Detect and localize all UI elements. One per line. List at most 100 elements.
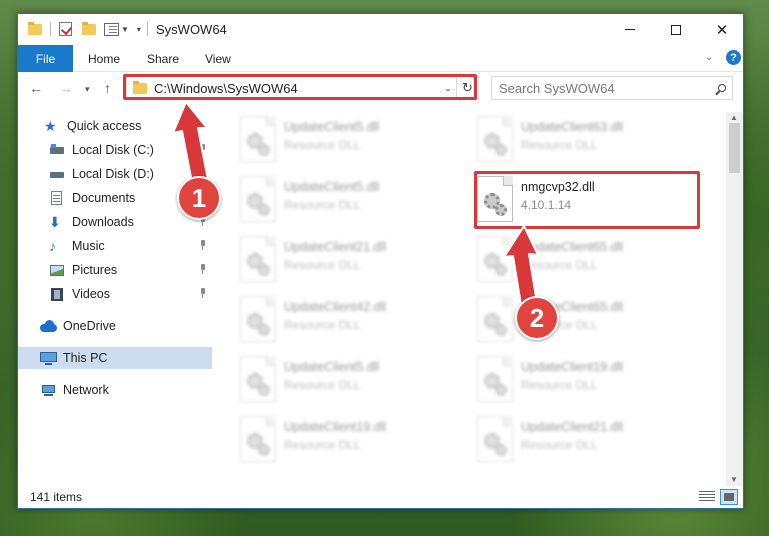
- network-icon: [40, 383, 56, 397]
- dll-file-icon: [477, 356, 513, 402]
- file-type: Resource DLL: [284, 378, 361, 392]
- computer-icon: [40, 351, 57, 365]
- rename-icon[interactable]: [104, 22, 119, 36]
- file-name: UpdateClient21.dll: [521, 420, 624, 434]
- file-type: Resource DLL: [284, 258, 361, 272]
- file-item[interactable]: UpdateClient63.dll Resource DLL: [477, 116, 697, 168]
- drive-icon: [49, 143, 65, 157]
- vertical-scrollbar[interactable]: ▲ ▼: [726, 112, 743, 486]
- sidebar-item-videos[interactable]: Videos: [18, 283, 212, 305]
- large-icons-view-icon[interactable]: [720, 489, 738, 505]
- sidebar-item-label: Local Disk (C:): [72, 143, 154, 157]
- file-item[interactable]: UpdateClient5.dll Resource DLL: [240, 116, 460, 168]
- file-item[interactable]: UpdateClient42.dll Resource DLL: [240, 296, 460, 348]
- file-type: Resource DLL: [284, 138, 361, 152]
- maximize-button[interactable]: [653, 14, 699, 45]
- properties-check-icon[interactable]: [59, 22, 72, 36]
- sidebar-item-label: Documents: [72, 191, 136, 205]
- sidebar-item-label: This PC: [63, 351, 108, 365]
- drive-icon: [49, 167, 65, 181]
- file-list: UpdateClient5.dll Resource DLL UpdateClie…: [214, 112, 726, 486]
- dll-file-icon: [240, 356, 276, 402]
- up-arrow-icon[interactable]: ↑: [104, 80, 111, 96]
- folder-icon[interactable]: [28, 21, 42, 35]
- dll-file-icon: [240, 116, 276, 162]
- new-folder-icon[interactable]: [82, 21, 96, 35]
- scroll-down-icon[interactable]: ▼: [730, 475, 738, 484]
- scroll-up-icon[interactable]: ▲: [730, 113, 738, 122]
- file-type: Resource DLL: [521, 438, 598, 452]
- sidebar-item-this-pc[interactable]: This PC: [18, 347, 212, 369]
- file-type: Resource DLL: [284, 318, 361, 332]
- sidebar-item-quick-access[interactable]: ★ Quick access: [18, 115, 212, 137]
- back-arrow-icon[interactable]: ←: [29, 80, 43, 96]
- file-item[interactable]: UpdateClient19.dll Resource DLL: [477, 356, 697, 408]
- dll-file-icon: [240, 176, 276, 222]
- file-name: UpdateClient5.dll: [284, 180, 380, 194]
- file-type: Resource DLL: [284, 198, 361, 212]
- address-bar-highlight: [123, 74, 477, 100]
- file-item[interactable]: UpdateClient5.dll Resource DLL: [240, 176, 460, 228]
- minimize-button[interactable]: [607, 14, 653, 45]
- dll-file-icon: [477, 416, 513, 462]
- file-item[interactable]: UpdateClient5.dll Resource DLL: [240, 356, 460, 408]
- quick-access-toolbar: ▼ ▾: [28, 21, 148, 36]
- film-icon: [49, 287, 65, 301]
- title-bar: ▼ ▾ SysWOW64 ✕: [18, 14, 743, 45]
- sidebar-item-label: Network: [63, 383, 109, 397]
- file-item[interactable]: UpdateClient65.dll Resource DLL: [477, 296, 697, 348]
- pictures-icon: [49, 263, 65, 277]
- expand-ribbon-icon[interactable]: ⌄: [705, 52, 715, 63]
- sidebar-item-downloads[interactable]: ⬇ Downloads: [18, 211, 212, 233]
- cloud-icon: [40, 319, 57, 333]
- dll-file-icon: [240, 296, 276, 342]
- search-box[interactable]: Search SysWOW64: [491, 76, 733, 100]
- scroll-thumb[interactable]: [729, 123, 740, 173]
- pin-icon[interactable]: [199, 240, 207, 250]
- close-icon: ✕: [715, 21, 729, 39]
- step-badge-2: 2: [515, 296, 559, 340]
- sidebar-item-music[interactable]: ♪ Music: [18, 235, 212, 257]
- tab-home[interactable]: Home: [88, 45, 120, 72]
- file-item[interactable]: UpdateClient65.dll Resource DLL: [477, 236, 697, 288]
- file-name: UpdateClient5.dll: [284, 120, 380, 134]
- ribbon-tabs: File Home Share View ⌄ ?: [18, 45, 743, 72]
- pin-icon[interactable]: [199, 288, 207, 298]
- file-name: UpdateClient42.dll: [284, 300, 387, 314]
- music-note-icon: ♪: [49, 238, 56, 254]
- dll-file-icon: [240, 236, 276, 282]
- sidebar-item-network[interactable]: Network: [18, 379, 212, 401]
- dll-file-icon: [477, 236, 513, 282]
- maximize-icon: [671, 24, 681, 35]
- customize-toolbar-icon[interactable]: ▾: [137, 25, 141, 34]
- search-input[interactable]: Search SysWOW64: [499, 81, 712, 96]
- sidebar-item-label: Videos: [72, 287, 110, 301]
- dll-file-icon: [477, 296, 513, 342]
- file-type: Resource DLL: [284, 438, 361, 452]
- chevron-down-icon[interactable]: ▼: [121, 25, 129, 34]
- file-name: UpdateClient21.dll: [284, 240, 387, 254]
- tab-view[interactable]: View: [205, 45, 231, 72]
- item-count: 141 items: [30, 490, 83, 504]
- search-icon[interactable]: [712, 84, 732, 92]
- step-badge-1: 1: [177, 176, 221, 220]
- sidebar-item-onedrive[interactable]: OneDrive: [18, 315, 212, 337]
- dll-file-icon: [240, 416, 276, 462]
- tab-share[interactable]: Share: [147, 45, 179, 72]
- toolbar-divider: [146, 22, 148, 36]
- tab-file[interactable]: File: [18, 45, 73, 72]
- recent-locations-icon[interactable]: ▾: [85, 84, 90, 95]
- pin-icon[interactable]: [199, 264, 207, 274]
- sidebar-item-local-disk-c[interactable]: Local Disk (C:): [18, 139, 212, 161]
- pin-icon[interactable]: [199, 144, 207, 154]
- forward-arrow-icon[interactable]: →: [59, 80, 73, 96]
- file-item[interactable]: UpdateClient21.dll Resource DLL: [477, 416, 697, 468]
- close-button[interactable]: ✕: [699, 14, 743, 45]
- details-view-icon[interactable]: [699, 491, 715, 503]
- file-item[interactable]: UpdateClient21.dll Resource DLL: [240, 236, 460, 288]
- file-type: Resource DLL: [521, 138, 598, 152]
- file-item[interactable]: UpdateClient19.dll Resource DLL: [240, 416, 460, 468]
- sidebar-item-label: OneDrive: [63, 319, 116, 333]
- sidebar-item-pictures[interactable]: Pictures: [18, 259, 212, 281]
- help-icon[interactable]: ?: [726, 50, 741, 65]
